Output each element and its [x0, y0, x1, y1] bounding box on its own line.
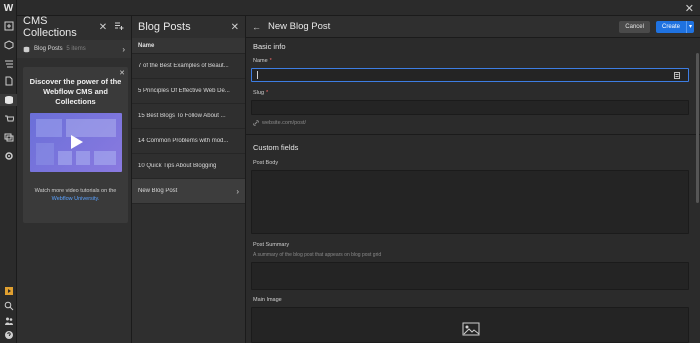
navigator-icon[interactable]	[3, 58, 14, 69]
add-collection-icon[interactable]	[113, 21, 125, 34]
column-header-name[interactable]: Name	[132, 38, 245, 54]
back-arrow-icon[interactable]: ←	[252, 22, 262, 32]
collection-count: 5 items	[66, 46, 86, 52]
post-body-label: Post Body	[253, 160, 279, 166]
slug-field[interactable]	[251, 100, 689, 115]
image-icon	[462, 322, 480, 336]
posts-header: Blog Posts ✕	[132, 16, 245, 38]
field-options-icon[interactable]	[674, 72, 680, 79]
post-summary-label: Post Summary	[253, 242, 290, 248]
post-body-field[interactable]	[251, 170, 689, 234]
top-bar: ✕	[17, 0, 700, 16]
promo-video-thumbnail[interactable]	[30, 113, 122, 172]
collections-title: CMS Collections	[23, 15, 77, 39]
chevron-right-icon: ›	[122, 44, 125, 54]
main-image-dropzone[interactable]	[251, 307, 689, 343]
close-icon[interactable]: ✕	[119, 69, 125, 77]
cms-icon[interactable]	[0, 94, 17, 106]
left-rail: W	[0, 0, 17, 343]
create-button-label: Create	[661, 23, 680, 30]
name-field[interactable]	[251, 68, 689, 82]
post-summary-field[interactable]	[251, 262, 689, 290]
collection-label: Blog Posts 5 items	[34, 46, 86, 52]
play-icon	[71, 135, 83, 149]
webflow-university-link[interactable]: Webflow University.	[52, 196, 100, 202]
tutorials-icon[interactable]	[3, 285, 14, 296]
cancel-button[interactable]: Cancel	[619, 20, 650, 33]
table-row-selected[interactable]: New Blog Post ›	[132, 179, 245, 204]
collection-item-blog-posts[interactable]: Blog Posts 5 items ›	[17, 40, 131, 58]
box-icon[interactable]	[3, 39, 14, 50]
new-post-editor: ← New Blog Post Cancel Create ▾ Basic in…	[246, 16, 700, 343]
editor-header: ← New Blog Post Cancel Create ▾	[246, 16, 700, 38]
create-button[interactable]: Create ▾	[655, 20, 694, 33]
chevron-right-icon: ›	[236, 186, 239, 196]
close-icon[interactable]: ✕	[231, 22, 239, 33]
slug-url-preview: website.com/post/	[253, 120, 306, 126]
pages-icon[interactable]	[3, 75, 14, 86]
users-icon[interactable]	[3, 315, 14, 326]
text-cursor	[257, 71, 258, 79]
main-image-label: Main Image	[253, 297, 282, 303]
search-icon[interactable]	[3, 300, 14, 311]
table-row[interactable]: 10 Quick Tips About Blogging	[132, 154, 245, 179]
name-label: Name *	[253, 58, 272, 64]
promo-title: Discover the power of the Webflow CMS an…	[29, 77, 122, 106]
close-icon[interactable]: ✕	[97, 22, 109, 33]
editor-title: New Blog Post	[268, 21, 331, 32]
promo-footer: Watch more video tutorials on the Webflo…	[34, 188, 117, 202]
collection-icon	[23, 46, 30, 52]
table-row[interactable]: 14 Common Problems with mod...	[132, 129, 245, 154]
cms-promo-card: ✕ Discover the power of the Webflow CMS …	[23, 67, 128, 223]
posts-title: Blog Posts	[138, 21, 191, 33]
table-row[interactable]: 5 Principles Of Effective Web De...	[132, 79, 245, 104]
add-icon[interactable]	[3, 20, 14, 31]
custom-fields-heading: Custom fields	[253, 143, 299, 152]
slug-label: Slug *	[253, 90, 269, 96]
cms-collections-panel: CMS Collections ✕ Blog Posts 5 items › ✕…	[17, 15, 132, 343]
scrollbar[interactable]	[696, 53, 699, 203]
section-divider	[246, 134, 700, 135]
help-icon[interactable]	[3, 329, 14, 340]
table-row[interactable]: 7 of the Best Examples of Beaut...	[132, 54, 245, 79]
chevron-down-icon[interactable]: ▾	[686, 20, 694, 33]
close-icon[interactable]: ✕	[685, 2, 694, 15]
basic-info-heading: Basic info	[253, 42, 286, 51]
post-summary-hint: A summary of the blog post that appears …	[253, 252, 382, 258]
settings-icon[interactable]	[3, 150, 14, 161]
assets-icon[interactable]	[3, 131, 14, 142]
table-row[interactable]: 15 Best Blogs To Follow About ...	[132, 104, 245, 129]
collections-header: CMS Collections ✕	[17, 15, 131, 39]
webflow-logo: W	[3, 3, 14, 14]
blog-posts-panel: Blog Posts ✕ Name 7 of the Best Examples…	[132, 16, 246, 343]
ecommerce-icon[interactable]	[3, 113, 14, 124]
link-icon	[253, 120, 259, 126]
